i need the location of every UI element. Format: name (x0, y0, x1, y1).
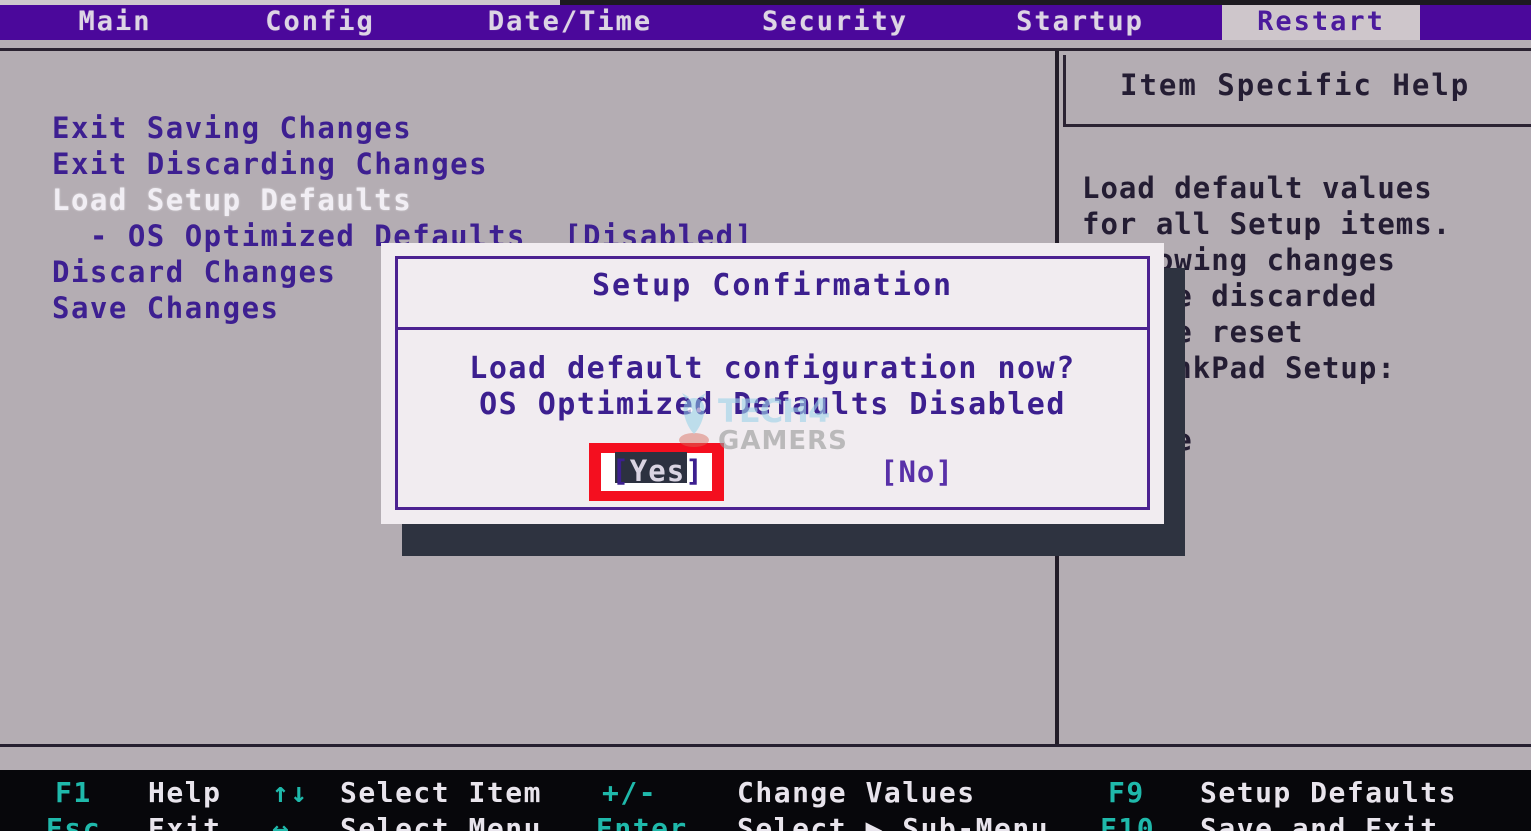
help-text-line: Load default values (1082, 171, 1433, 205)
menu-item-label: Exit Discarding Changes (52, 147, 489, 181)
function-key-description: Select ▶ Sub-Menu (737, 812, 1050, 831)
yes-bracket-open: [ (611, 454, 630, 488)
menu-item-label: Exit Saving Changes (52, 111, 413, 145)
tab-security[interactable]: Security (740, 5, 930, 40)
function-key-description: Select Menu (340, 812, 542, 831)
function-key-description: Change Values (737, 776, 976, 809)
function-key-select-sub-menu[interactable]: Enter (596, 812, 688, 831)
function-key-setup-defaults[interactable]: F9 (1108, 776, 1145, 809)
dialog-title-separator (395, 327, 1150, 330)
dialog-message-line-2: OS Optimized Defaults Disabled (479, 387, 1066, 422)
menu-item-label: Load Setup Defaults (52, 183, 413, 217)
function-key-description: Save and Exit (1200, 812, 1439, 831)
menu-item-exit-saving-changes[interactable]: Exit Saving Changes (52, 110, 1032, 146)
tab-startup[interactable]: Startup (1000, 5, 1160, 40)
function-key-exit[interactable]: Esc (46, 812, 101, 831)
tab-date-time[interactable]: Date/Time (460, 5, 680, 40)
menu-item-load-setup-defaults[interactable]: Load Setup Defaults (52, 182, 1032, 218)
help-panel-title: Item Specific Help (1120, 68, 1471, 102)
bios-setup-screen: Main Config Date/Time Security Startup Restar… (0, 0, 1531, 831)
menu-item-label: Discard Changes (52, 255, 337, 289)
function-key-select-menu[interactable]: ↔ (272, 812, 290, 831)
tab-main[interactable]: Main (55, 5, 175, 40)
help-text-line: for all Setup items. (1082, 207, 1452, 241)
yes-button[interactable]: [Yes] (595, 454, 720, 488)
yes-button-label: Yes (629, 454, 686, 488)
setup-confirmation-dialog: Setup Confirmation Load default configur… (381, 243, 1164, 524)
tab-restart[interactable]: Restart (1222, 5, 1420, 40)
menu-item-exit-discarding-changes[interactable]: Exit Discarding Changes (52, 146, 1032, 182)
function-key-description: Help (148, 776, 222, 809)
function-key-description: Exit (148, 812, 222, 831)
tab-config[interactable]: Config (240, 5, 400, 40)
function-key-select-item[interactable]: ↑↓ (272, 776, 309, 809)
panel-bottom-divider (0, 744, 1531, 747)
dialog-message-line-1: Load default configuration now? (469, 351, 1076, 386)
yes-bracket-close: ] (685, 454, 704, 488)
function-key-change-values[interactable]: +/- (602, 776, 657, 809)
function-key-help[interactable]: F1 (55, 776, 92, 809)
function-key-description: Select Item (340, 776, 542, 809)
dialog-title: Setup Confirmation (591, 268, 954, 303)
menu-item-label: Save Changes (52, 291, 280, 325)
no-button[interactable]: [No] (880, 455, 954, 489)
function-key-description: Setup Defaults (1200, 776, 1458, 809)
menu-bar-tail (1420, 5, 1531, 40)
function-key-save-and-exit[interactable]: F10 (1100, 812, 1155, 831)
